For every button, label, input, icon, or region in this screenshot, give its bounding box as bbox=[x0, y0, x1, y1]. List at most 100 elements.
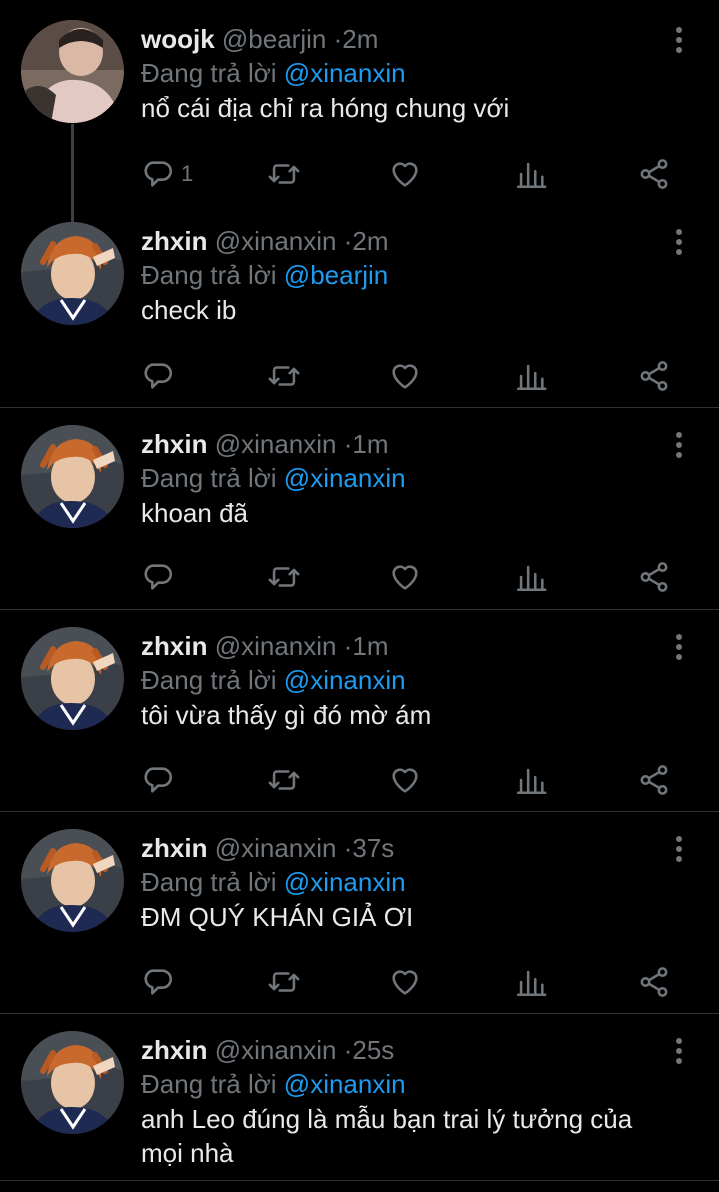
views-button[interactable] bbox=[514, 154, 548, 194]
retweet-button[interactable] bbox=[267, 962, 301, 1002]
reply-button[interactable]: 1 bbox=[141, 154, 193, 194]
display-name[interactable]: zhxin bbox=[141, 1035, 207, 1065]
replying-to-label: Đang trả lời bbox=[141, 1069, 277, 1099]
more-vertical-icon[interactable] bbox=[667, 429, 691, 459]
analytics-icon bbox=[516, 565, 547, 592]
mention-link[interactable]: @bearjin bbox=[284, 260, 388, 290]
like-button[interactable] bbox=[388, 154, 422, 194]
tweet-text: khoan đã bbox=[141, 498, 248, 528]
share-icon bbox=[640, 159, 668, 189]
avatar[interactable] bbox=[21, 425, 124, 528]
like-button[interactable] bbox=[388, 557, 422, 597]
tweet-actions bbox=[141, 557, 679, 597]
share-icon bbox=[640, 361, 668, 391]
replying-to-line: Đang trả lời @xinanxin bbox=[141, 663, 669, 697]
heart-icon bbox=[392, 768, 418, 793]
mention-link[interactable]: @xinanxin bbox=[284, 463, 406, 493]
tweet[interactable]: zhxin @xinanxin ·1m Đang trả lời @xinanx… bbox=[0, 405, 719, 610]
avatar[interactable] bbox=[21, 829, 124, 932]
mention-link[interactable]: @xinanxin bbox=[284, 58, 406, 88]
avatar[interactable] bbox=[21, 222, 124, 325]
more-vertical-icon[interactable] bbox=[667, 833, 691, 863]
reply-button[interactable] bbox=[141, 557, 181, 597]
share-icon bbox=[640, 967, 668, 997]
avatar-photo-zhxin bbox=[21, 829, 124, 932]
tweet[interactable]: zhxin @xinanxin ·25s Đang trả lời @xinan… bbox=[0, 1011, 719, 1181]
more-vertical-icon[interactable] bbox=[667, 631, 691, 661]
reply-button[interactable] bbox=[141, 962, 181, 1002]
tweet[interactable]: zhxin @xinanxin ·1m Đang trả lời @xinanx… bbox=[0, 607, 719, 812]
display-name[interactable]: woojk bbox=[141, 24, 215, 54]
avatar-photo-woojk bbox=[21, 20, 124, 123]
share-button[interactable] bbox=[637, 760, 671, 800]
like-button[interactable] bbox=[388, 356, 422, 396]
user-handle[interactable]: @xinanxin bbox=[215, 226, 337, 256]
avatar[interactable] bbox=[21, 20, 124, 123]
reply-icon bbox=[144, 161, 172, 187]
mention-link[interactable]: @xinanxin bbox=[284, 1069, 406, 1099]
share-button[interactable] bbox=[637, 356, 671, 396]
tweet[interactable]: woojk @bearjin ·2m Đang trả lời @xinanxi… bbox=[0, 0, 719, 224]
reply-button[interactable] bbox=[141, 760, 181, 800]
timestamp[interactable]: 37s bbox=[352, 833, 394, 863]
retweet-icon bbox=[268, 972, 300, 992]
retweet-icon bbox=[268, 366, 300, 386]
display-name[interactable]: zhxin bbox=[141, 833, 207, 863]
retweet-icon bbox=[268, 164, 300, 184]
tweet[interactable]: zhxin @xinanxin ·37s Đang trả lời @xinan… bbox=[0, 809, 719, 1014]
separator-dot: · bbox=[333, 24, 343, 54]
timestamp[interactable]: 2m bbox=[352, 226, 388, 256]
like-button[interactable] bbox=[388, 962, 422, 1002]
views-button[interactable] bbox=[514, 356, 548, 396]
reply-button[interactable] bbox=[141, 356, 181, 396]
more-vertical-icon[interactable] bbox=[667, 226, 691, 256]
user-handle[interactable]: @xinanxin bbox=[215, 631, 337, 661]
analytics-icon bbox=[516, 364, 547, 391]
more-vertical-icon[interactable] bbox=[667, 1035, 691, 1065]
avatar-photo-zhxin bbox=[21, 222, 124, 325]
user-handle[interactable]: @xinanxin bbox=[215, 1035, 337, 1065]
retweet-button[interactable] bbox=[267, 557, 301, 597]
mention-link[interactable]: @xinanxin bbox=[284, 665, 406, 695]
reply-icon bbox=[144, 767, 172, 793]
timestamp[interactable]: 2m bbox=[342, 24, 378, 54]
timestamp[interactable]: 1m bbox=[352, 429, 388, 459]
timestamp[interactable]: 1m bbox=[352, 631, 388, 661]
retweet-button[interactable] bbox=[267, 356, 301, 396]
views-button[interactable] bbox=[514, 557, 548, 597]
user-handle[interactable]: @bearjin bbox=[222, 24, 326, 54]
heart-icon bbox=[392, 162, 418, 187]
tweet-text: check ib bbox=[141, 295, 237, 325]
display-name[interactable]: zhxin bbox=[141, 631, 207, 661]
display-name[interactable]: zhxin bbox=[141, 226, 207, 256]
heart-icon bbox=[392, 565, 418, 590]
share-button[interactable] bbox=[637, 557, 671, 597]
reply-count: 1 bbox=[181, 161, 194, 186]
avatar[interactable] bbox=[21, 1031, 124, 1134]
retweet-button[interactable] bbox=[267, 154, 301, 194]
user-handle[interactable]: @xinanxin bbox=[215, 833, 337, 863]
user-handle[interactable]: @xinanxin bbox=[215, 429, 337, 459]
views-button[interactable] bbox=[514, 760, 548, 800]
avatar-photo-zhxin bbox=[21, 627, 124, 730]
replying-to-line: Đang trả lời @xinanxin bbox=[141, 865, 669, 899]
avatar[interactable] bbox=[21, 627, 124, 730]
reply-icon bbox=[144, 969, 172, 995]
share-button[interactable] bbox=[637, 962, 671, 1002]
avatar-photo-zhxin bbox=[21, 1031, 124, 1134]
display-name[interactable]: zhxin bbox=[141, 429, 207, 459]
views-button[interactable] bbox=[514, 962, 548, 1002]
like-button[interactable] bbox=[388, 760, 422, 800]
replying-to-label: Đang trả lời bbox=[141, 867, 277, 897]
tweet[interactable]: zhxin @xinanxin ·2m Đang trả lời @bearji… bbox=[0, 202, 719, 408]
tweet-actions bbox=[141, 356, 679, 396]
replying-to-label: Đang trả lời bbox=[141, 260, 277, 290]
mention-link[interactable]: @xinanxin bbox=[284, 867, 406, 897]
heart-icon bbox=[392, 970, 418, 995]
timestamp[interactable]: 25s bbox=[352, 1035, 394, 1065]
more-vertical-icon[interactable] bbox=[667, 24, 691, 54]
reply-thread-feed: woojk @bearjin ·2m Đang trả lời @xinanxi… bbox=[0, 0, 719, 1192]
share-icon bbox=[640, 765, 668, 795]
retweet-button[interactable] bbox=[267, 760, 301, 800]
share-button[interactable] bbox=[637, 154, 671, 194]
